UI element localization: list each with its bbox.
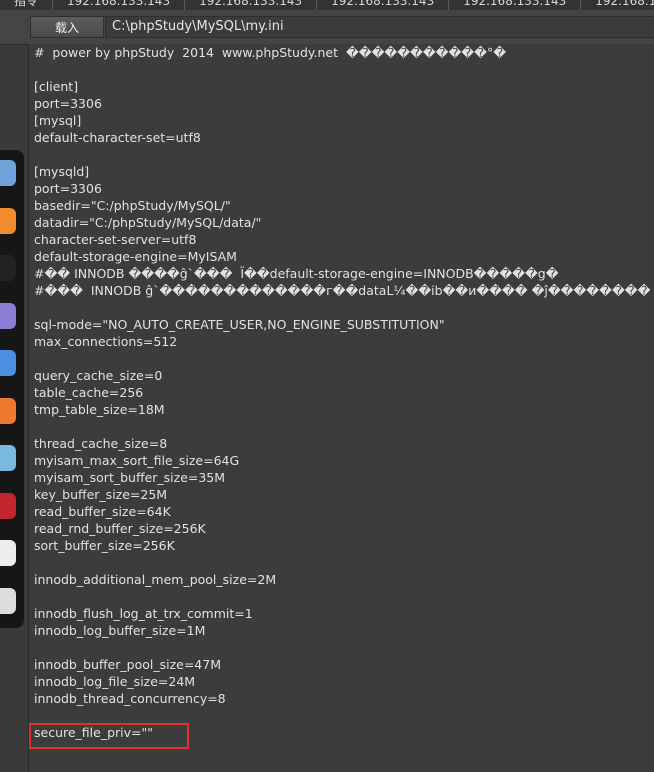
config-lines: # power by phpStudy 2014 www.phpStudy.ne… [34,44,650,758]
config-line: max_connections=512 [34,334,178,349]
config-line [34,554,650,571]
tab-2[interactable]: 192.168.133.143 [185,0,318,10]
tab-1[interactable]: 192.168.133.143 [53,0,186,10]
firefox-icon[interactable] [0,207,16,234]
config-line: default-storage-engine=MyISAM [34,249,237,264]
mail-icon[interactable] [0,350,16,376]
tab-5[interactable]: 192.168.1 [581,0,654,10]
config-line: basedir="C:/phpStudy/MySQL/" [34,198,231,213]
config-line: query_cache_size=0 [34,368,163,383]
config-line [34,707,650,724]
config-line [34,350,650,367]
config-line: datadir="C:/phpStudy/MySQL/data/" [34,215,262,230]
config-line: #�� INNODB ����ĝˋ��� Ï��default-storage-… [34,266,559,281]
config-line: default-character-set=utf8 [34,130,201,145]
notes-icon[interactable] [0,302,16,329]
config-line: [client] [34,79,79,94]
config-line: sort_buffer_size=256K [34,538,175,553]
config-line: myisam_sort_buffer_size=35M [34,470,226,485]
config-line: innodb_flush_log_at_trx_commit=1 [34,606,253,621]
tab-strip: 指令 192.168.133.143 192.168.133.143 192.168.… [0,0,654,10]
tab-4[interactable]: 192.168.133.143 [449,0,582,10]
app-dock [0,150,24,628]
config-line: myisam_max_sort_file_size=64G [34,453,240,468]
config-line: innodb_thread_concurrency=8 [34,691,226,706]
config-line [34,639,650,656]
config-line: thread_cache_size=8 [34,436,168,451]
config-line: [mysql] [34,113,82,128]
config-line [34,146,650,163]
file-path-input[interactable]: C:\phpStudy\MySQL\my.ini [105,16,654,38]
sublime-icon[interactable] [0,397,16,424]
finder-icon[interactable] [0,160,16,186]
terminal-icon[interactable] [0,255,16,281]
barcode-icon[interactable] [0,540,16,566]
config-line: port=3306 [34,181,102,196]
config-line: # power by phpStudy 2014 www.phpStudy.ne… [34,45,507,60]
config-line: key_buffer_size=25M [34,487,168,502]
config-line: innodb_additional_mem_pool_size=2M [34,572,277,587]
config-line: tmp_table_size=18M [34,402,165,417]
config-line: read_rnd_buffer_size=256K [34,521,206,536]
config-line: character-set-server=utf8 [34,232,197,247]
path-bar: 载入 C:\phpStudy\MySQL\my.ini [0,10,654,45]
load-button[interactable]: 载入 [30,16,104,38]
config-line: read_buffer_size=64K [34,504,171,519]
tab-3[interactable]: 192.168.133.143 [317,0,450,10]
tab-0[interactable]: 指令 [0,0,54,10]
config-line [34,418,650,435]
config-line: port=3306 [34,96,102,111]
config-line: sql-mode="NO_AUTO_CREATE_USER,NO_ENGINE_… [34,317,445,332]
config-line: innodb_log_buffer_size=1M [34,623,206,638]
launchpad-icon[interactable] [0,587,16,614]
config-line [34,61,650,78]
config-line: innodb_log_file_size=24M [34,674,196,689]
screen: 指令 192.168.133.143 192.168.133.143 192.168.… [0,0,654,772]
config-line: innodb_buffer_pool_size=47M [34,657,221,672]
highlight-box [29,723,189,749]
config-line [34,588,650,605]
config-line: table_cache=256 [34,385,144,400]
config-line: #��� INNODB ĝˋ�������������г��dataL¼��ib… [34,283,651,298]
config-line: [mysqld] [34,164,90,179]
config-line [34,299,650,316]
config-editor[interactable]: # power by phpStudy 2014 www.phpStudy.ne… [28,44,654,772]
app-red-icon[interactable] [0,492,16,519]
eye-icon[interactable] [0,445,16,471]
